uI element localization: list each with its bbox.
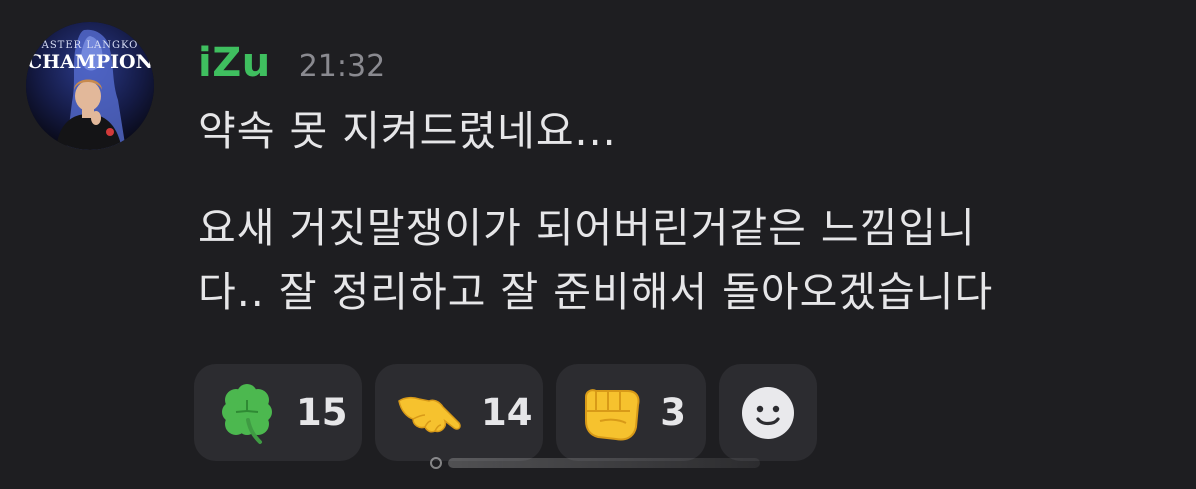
reaction-count: 15 — [296, 391, 348, 434]
message-text-line: 요새 거짓말쟁이가 되어버린거같은 느낌입니 — [198, 204, 976, 252]
message-header: iZu 21:32 — [198, 40, 385, 86]
reaction-count: 3 — [660, 391, 686, 434]
message-text-line: 약속 못 지켜드렸네요... — [198, 107, 617, 155]
four-leaf-clover-icon — [214, 378, 280, 448]
avatar-text: CHAMPION — [27, 51, 153, 73]
avatar[interactable]: ASTER LANGKO CHAMPION — [26, 22, 154, 150]
watermark-blur — [448, 458, 760, 468]
reaction-count: 14 — [481, 391, 533, 434]
message-text-line: 다.. 잘 정리하고 잘 준비해서 돌아오겠습니다 — [198, 268, 994, 316]
reaction-fist[interactable]: 3 — [556, 364, 706, 461]
smiley-icon — [742, 386, 794, 439]
watermark-icon — [430, 457, 442, 469]
add-reaction-button[interactable] — [719, 364, 817, 461]
svg-text:ASTER LANGKO: ASTER LANGKO — [41, 40, 139, 51]
chat-message: ASTER LANGKO CHAMPION iZu 21:32 약속 못 지켜드… — [0, 0, 1196, 489]
watermark — [430, 455, 760, 471]
reaction-pointing-hand[interactable]: 14 — [375, 364, 543, 461]
username[interactable]: iZu — [198, 40, 271, 86]
fist-icon — [576, 378, 644, 448]
timestamp: 21:32 — [298, 49, 386, 84]
pointing-hand-icon — [395, 378, 465, 448]
reactions-bar: 15 14 3 — [194, 364, 817, 461]
avatar-image: ASTER LANGKO CHAMPION — [26, 22, 154, 150]
reaction-clover[interactable]: 15 — [194, 364, 362, 461]
